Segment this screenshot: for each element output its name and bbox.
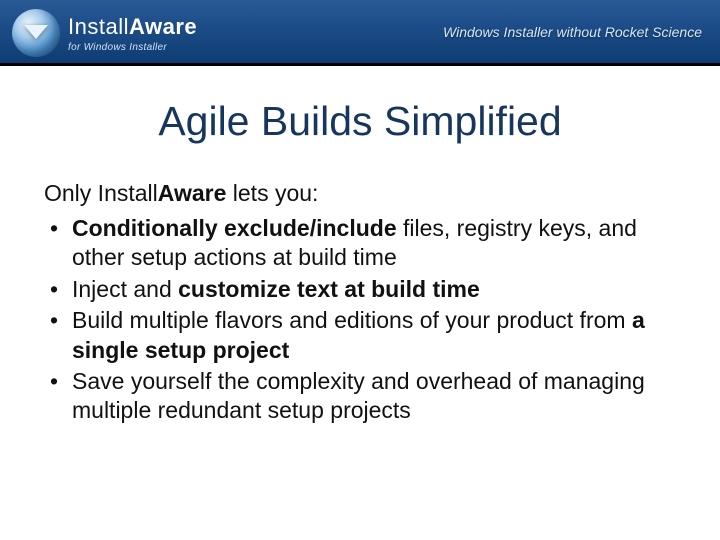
brand-logo: InstallAware for Windows Installer bbox=[10, 7, 197, 59]
list-item: Inject and customize text at build time bbox=[44, 275, 676, 304]
header-tagline: Windows Installer without Rocket Science bbox=[443, 24, 702, 40]
brand-name: InstallAware bbox=[68, 14, 197, 40]
list-item: Conditionally exclude/include files, reg… bbox=[44, 214, 676, 273]
intro-line: Only InstallAware lets you: bbox=[44, 179, 676, 208]
install-icon bbox=[10, 7, 62, 59]
list-item: Save yourself the complexity and overhea… bbox=[44, 367, 676, 426]
brand-subtitle: for Windows Installer bbox=[68, 42, 197, 53]
slide-content: Agile Builds Simplified Only InstallAwar… bbox=[0, 66, 720, 426]
bullet-list: Conditionally exclude/include files, reg… bbox=[44, 214, 676, 426]
list-item: Build multiple flavors and editions of y… bbox=[44, 306, 676, 365]
slide-header: InstallAware for Windows Installer Windo… bbox=[0, 0, 720, 66]
slide-title: Agile Builds Simplified bbox=[44, 98, 676, 145]
brand-bold: Aware bbox=[129, 14, 197, 39]
brand-prefix: Install bbox=[68, 14, 129, 39]
